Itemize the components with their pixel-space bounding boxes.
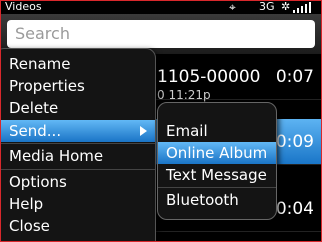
menu-item-delete[interactable]: Delete [0, 97, 155, 119]
context-menu: Rename Properties Delete Send... Media H… [0, 48, 156, 242]
menu-divider [0, 143, 155, 144]
search-input[interactable]: Search [7, 20, 315, 48]
video-duration: 0:07 [275, 67, 314, 87]
menu-item-send[interactable]: Send... [0, 120, 155, 142]
menu-item-media-home[interactable]: Media Home [0, 145, 155, 167]
submenu-arrow-icon [140, 126, 147, 136]
signal-strength-icon [293, 2, 313, 13]
video-name: 1105-00000 [157, 67, 261, 87]
gps-icon: ⌖ [229, 0, 236, 14]
menu-item-rename[interactable]: Rename [0, 53, 155, 75]
video-date: 0 11:21p [157, 88, 211, 102]
submenu-divider [158, 187, 276, 188]
submenu-item-text-message[interactable]: Text Message [158, 164, 276, 186]
send-submenu: Email Online Album Text Message Bluetoot… [157, 102, 277, 220]
submenu-item-online-album[interactable]: Online Album [158, 142, 276, 164]
menu-item-help[interactable]: Help [0, 193, 155, 215]
network-type: 3G [259, 0, 275, 13]
menu-item-options[interactable]: Options [0, 171, 155, 193]
video-duration: 0:04 [275, 199, 314, 219]
app-title: Videos [5, 0, 42, 13]
screen: Videos ⌖ 3G ✲ Search 1105-00000 0 11:21p… [0, 0, 322, 242]
status-bar: Videos ⌖ 3G ✲ [0, 0, 322, 14]
menu-divider [0, 169, 155, 170]
bluetooth-icon: ✲ [281, 0, 291, 13]
submenu-item-bluetooth[interactable]: Bluetooth [158, 189, 276, 211]
menu-item-close[interactable]: Close [0, 215, 155, 237]
menu-item-properties[interactable]: Properties [0, 75, 155, 97]
submenu-item-email[interactable]: Email [158, 120, 276, 142]
video-duration: 0:09 [275, 132, 314, 152]
